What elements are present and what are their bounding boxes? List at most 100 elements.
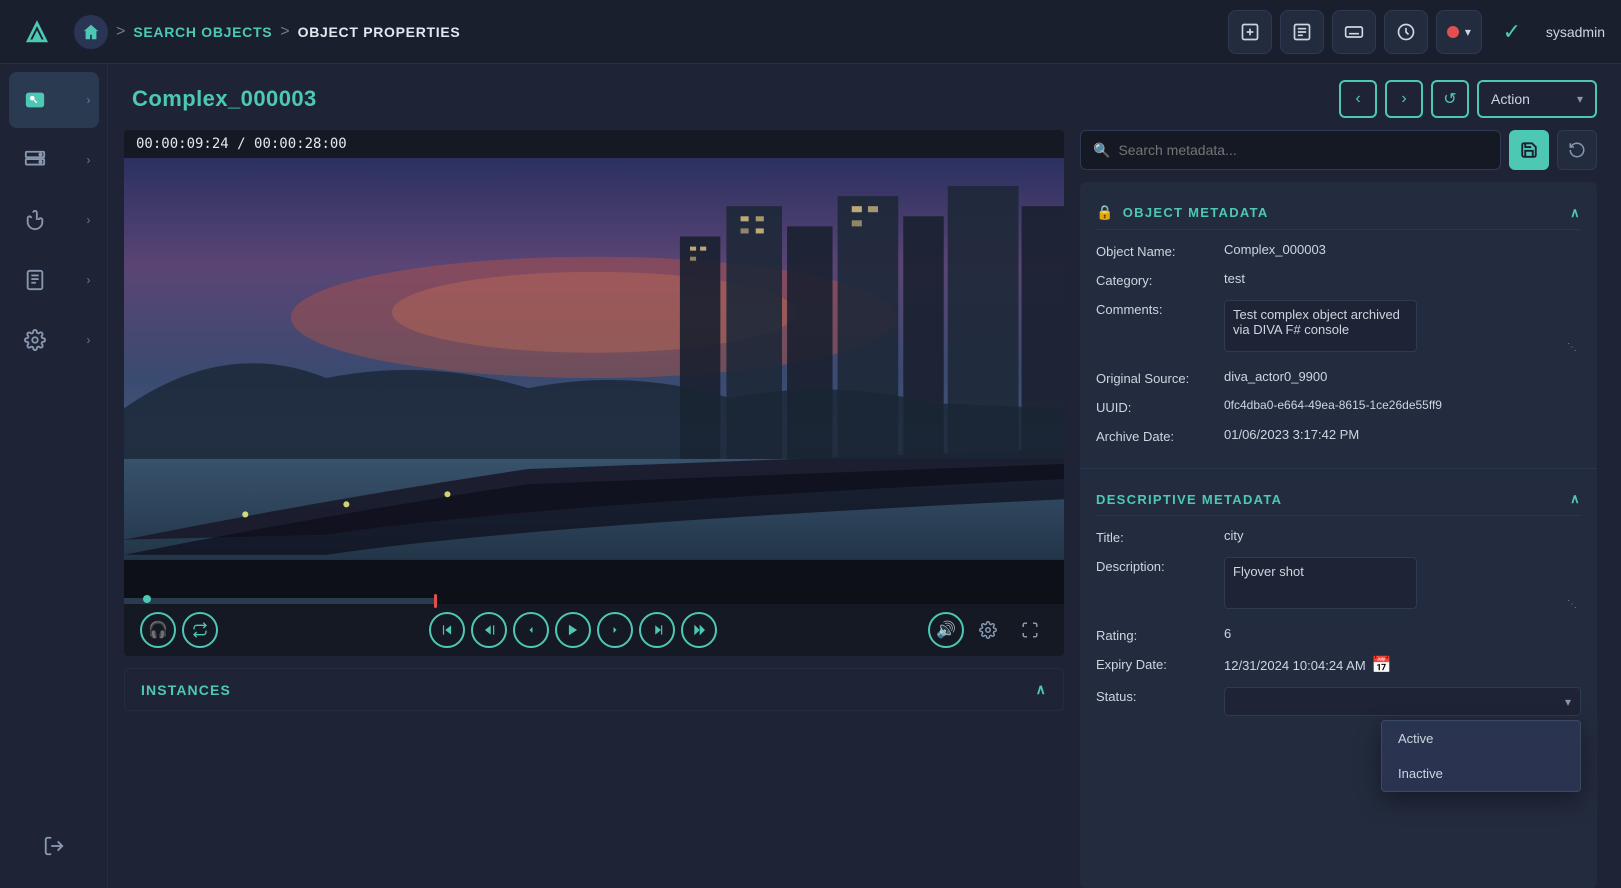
- record-dot: [1447, 26, 1459, 38]
- metadata-search-bar: 🔍: [1080, 130, 1597, 170]
- metadata-save-button[interactable]: [1509, 130, 1549, 170]
- gear-icon: [17, 322, 53, 358]
- headphones-button[interactable]: 🎧: [140, 612, 176, 648]
- instances-label: INSTANCES: [141, 682, 231, 698]
- rating-value: 6: [1224, 626, 1581, 641]
- sidebar-chevron: ›: [87, 213, 91, 227]
- metadata-reset-button[interactable]: [1557, 130, 1597, 170]
- gear-button[interactable]: [970, 612, 1006, 648]
- original-source-label: Original Source:: [1096, 369, 1216, 386]
- keyboard-button[interactable]: [1332, 10, 1376, 54]
- check-button[interactable]: ✓: [1490, 10, 1534, 54]
- breadcrumb-separator-1: >: [116, 23, 125, 41]
- descriptive-metadata-collapse[interactable]: ∧: [1570, 491, 1581, 507]
- comments-label: Comments:: [1096, 300, 1216, 317]
- video-frame[interactable]: [124, 158, 1064, 598]
- home-button[interactable]: [74, 15, 108, 49]
- object-name-value: Complex_000003: [1224, 242, 1581, 257]
- step-fwd-button[interactable]: [597, 612, 633, 648]
- sidebar-chevron: ›: [87, 273, 91, 287]
- meta-row-description: Description: Flyover shot ⋱: [1096, 557, 1581, 614]
- original-source-value: diva_actor0_9900: [1224, 369, 1581, 384]
- meta-row-original-source: Original Source: diva_actor0_9900: [1096, 369, 1581, 386]
- sidebar: › › › › ›: [0, 64, 108, 888]
- page-title: Complex_000003: [132, 86, 317, 112]
- search-icon: [17, 82, 53, 118]
- video-scrubber[interactable]: [124, 598, 1064, 604]
- prev-frame-button[interactable]: [471, 612, 507, 648]
- volume-button[interactable]: 🔊: [928, 612, 964, 648]
- instances-header[interactable]: INSTANCES ∧: [141, 681, 1047, 698]
- history-button[interactable]: [1384, 10, 1428, 54]
- metadata-search-wrap: 🔍: [1080, 130, 1501, 170]
- logout-button[interactable]: [36, 828, 72, 864]
- rating-label: Rating:: [1096, 626, 1216, 643]
- metadata-scroll-area: 🔒 OBJECT METADATA ∧ Object Name: Complex…: [1080, 182, 1597, 888]
- action-dropdown-arrow: ▾: [1577, 92, 1583, 106]
- object-metadata-header: 🔒 OBJECT METADATA ∧: [1096, 194, 1581, 230]
- description-input[interactable]: Flyover shot: [1224, 557, 1417, 609]
- sidebar-chevron: ›: [87, 93, 91, 107]
- instances-panel: INSTANCES ∧: [124, 668, 1064, 711]
- uuid-value: 0fc4dba0-e664-49ea-8615-1ce26de55ff9: [1224, 398, 1581, 412]
- loop-button[interactable]: [182, 612, 218, 648]
- resize-handle: ⋱: [1567, 342, 1577, 353]
- skip-back-button[interactable]: [429, 612, 465, 648]
- scrubber-start-dot: [143, 595, 151, 603]
- record-button[interactable]: ▾: [1436, 10, 1482, 54]
- topnav: > SEARCH OBJECTS > OBJECT PROPERTIES ▾ ✓…: [0, 0, 1621, 64]
- refresh-button[interactable]: ↺: [1431, 80, 1469, 118]
- metadata-search-input[interactable]: [1118, 142, 1488, 158]
- sidebar-item-search[interactable]: ›: [9, 72, 99, 128]
- expiry-wrap: 12/31/2024 10:04:24 AM 📅: [1224, 655, 1392, 675]
- descriptive-metadata-section: DESCRIPTIVE METADATA ∧ Title: city Descr…: [1080, 468, 1597, 740]
- content: Complex_000003 ‹ › ↺ Action ▾ 00:00:09:2…: [108, 64, 1621, 888]
- server-icon: [17, 142, 53, 178]
- category-value: test: [1224, 271, 1581, 286]
- status-select[interactable]: Active Inactive: [1224, 687, 1581, 716]
- main-body: › › › › ›: [0, 64, 1621, 888]
- fullscreen-button[interactable]: [1012, 612, 1048, 648]
- title-label: Title:: [1096, 528, 1216, 545]
- sidebar-item-touch[interactable]: ›: [9, 192, 99, 248]
- next-object-button[interactable]: ›: [1385, 80, 1423, 118]
- instances-collapse-button[interactable]: ∧: [1036, 681, 1047, 698]
- object-metadata-collapse[interactable]: ∧: [1570, 205, 1581, 221]
- username-label[interactable]: sysadmin: [1546, 24, 1605, 40]
- comments-input[interactable]: Test complex object archived via DIVA F#…: [1224, 300, 1417, 352]
- current-time: 00:00:09:24: [136, 136, 229, 152]
- status-option-inactive[interactable]: Inactive: [1382, 756, 1580, 791]
- breadcrumb: > SEARCH OBJECTS > OBJECT PROPERTIES: [74, 15, 1228, 49]
- play-button[interactable]: [555, 612, 591, 648]
- sidebar-item-server[interactable]: ›: [9, 132, 99, 188]
- ctrl-group-left: 🎧: [140, 612, 218, 648]
- search-icon: 🔍: [1093, 142, 1110, 159]
- step-back-button[interactable]: [513, 612, 549, 648]
- prev-object-button[interactable]: ‹: [1339, 80, 1377, 118]
- archive-date-value: 01/06/2023 3:17:42 PM: [1224, 427, 1581, 442]
- lock-icon: 🔒: [1096, 204, 1115, 221]
- status-option-active[interactable]: Active: [1382, 721, 1580, 756]
- action-dropdown[interactable]: Action ▾: [1477, 80, 1597, 118]
- breadcrumb-search-objects[interactable]: SEARCH OBJECTS: [133, 24, 272, 40]
- fast-fwd-button[interactable]: [681, 612, 717, 648]
- descriptive-metadata-header: DESCRIPTIVE METADATA ∧: [1096, 481, 1581, 516]
- two-col-layout: 00:00:09:24 / 00:00:28:00: [108, 130, 1621, 888]
- scrubber-thumb: [434, 594, 437, 608]
- object-metadata-section: 🔒 OBJECT METADATA ∧ Object Name: Complex…: [1080, 182, 1597, 468]
- sidebar-bottom: [36, 828, 72, 880]
- descriptive-metadata-title: DESCRIPTIVE METADATA: [1096, 492, 1282, 507]
- sidebar-item-settings[interactable]: ›: [9, 312, 99, 368]
- upload-button[interactable]: [1228, 10, 1272, 54]
- next-frame-button[interactable]: [639, 612, 675, 648]
- topnav-actions: ▾ ✓ sysadmin: [1228, 10, 1605, 54]
- description-resize-handle: ⋱: [1567, 599, 1577, 610]
- metadata-panel: 🔍 🔒 OBJECT ME: [1080, 130, 1597, 888]
- list-button[interactable]: [1280, 10, 1324, 54]
- description-label: Description:: [1096, 557, 1216, 574]
- breadcrumb-separator-2: >: [280, 23, 289, 41]
- time-separator: /: [237, 136, 254, 152]
- sidebar-item-document[interactable]: ›: [9, 252, 99, 308]
- object-metadata-title: OBJECT METADATA: [1123, 205, 1269, 220]
- calendar-icon[interactable]: 📅: [1372, 655, 1392, 675]
